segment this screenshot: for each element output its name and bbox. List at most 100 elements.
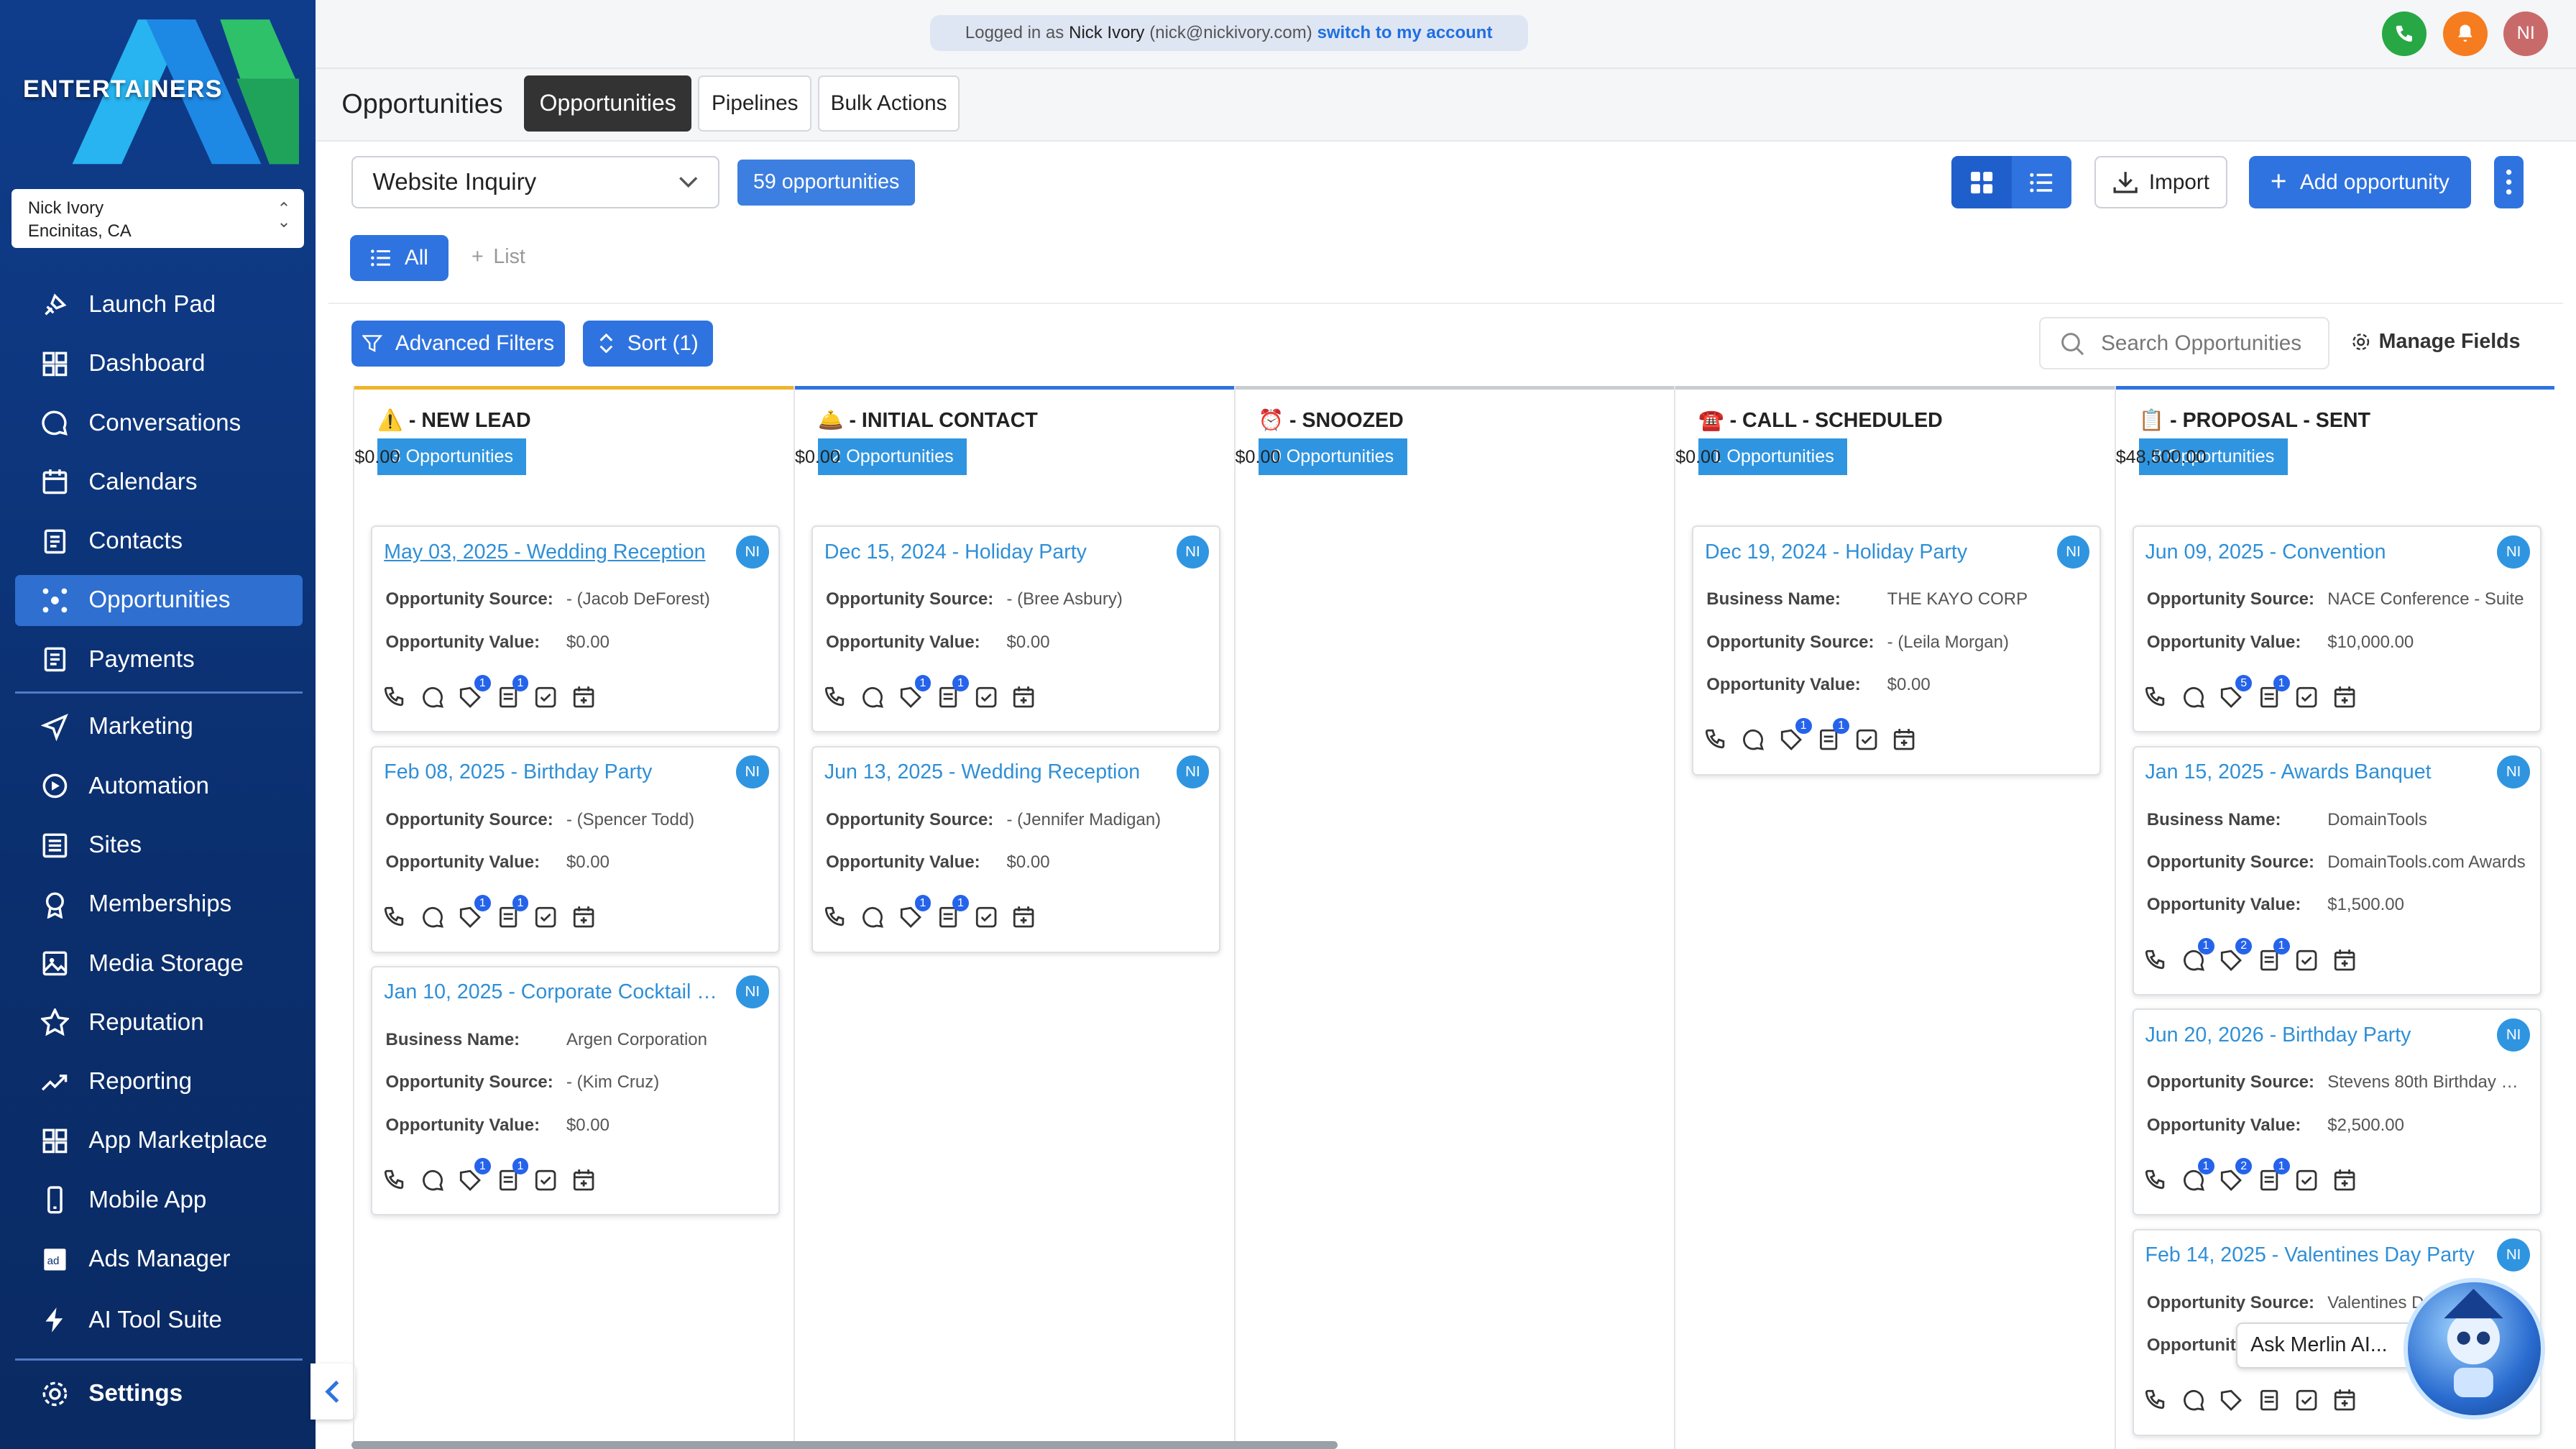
phone-call-button[interactable] <box>2382 11 2426 56</box>
assignee-avatar[interactable]: NI <box>1176 535 1210 569</box>
import-button[interactable]: Import <box>2094 156 2228 209</box>
sidebar-item-reputation[interactable]: Reputation <box>15 997 303 1048</box>
phone-icon[interactable] <box>382 685 407 709</box>
note-icon[interactable]: 1 <box>2257 675 2290 709</box>
sms-icon[interactable] <box>420 685 445 709</box>
list-view-button[interactable] <box>2012 156 2071 208</box>
sms-icon[interactable]: 1 <box>2181 937 2214 972</box>
task-icon[interactable] <box>2294 1168 2319 1192</box>
opportunity-card[interactable]: Jan 15, 2025 - Awards Banquet NI Business… <box>2132 745 2542 996</box>
opportunity-card[interactable]: Jun 20, 2026 - Birthday Party NI Opportun… <box>2132 1008 2542 1216</box>
opportunity-title-link[interactable]: Dec 15, 2024 - Holiday Party <box>824 540 1162 564</box>
sidebar-item-launch-pad[interactable]: Launch Pad <box>15 280 303 331</box>
assignee-avatar[interactable]: NI <box>2497 535 2530 569</box>
phone-icon[interactable] <box>2143 1168 2168 1192</box>
appointment-icon[interactable] <box>571 685 596 709</box>
assignee-avatar[interactable]: NI <box>2056 535 2090 569</box>
task-icon[interactable] <box>974 685 998 709</box>
note-icon[interactable]: 1 <box>496 895 529 929</box>
sidebar-item-dashboard[interactable]: Dashboard <box>15 339 303 390</box>
tag-icon[interactable]: 5 <box>2219 675 2253 709</box>
opportunity-title-link[interactable]: Feb 14, 2025 - Valentines Day Party <box>2145 1243 2483 1267</box>
tag-icon[interactable]: 1 <box>458 1158 491 1192</box>
advanced-filters-button[interactable]: Advanced Filters <box>351 320 566 367</box>
task-icon[interactable] <box>1854 727 1879 752</box>
opportunity-title-link[interactable]: Jun 13, 2025 - Wedding Reception <box>824 760 1162 784</box>
task-icon[interactable] <box>2294 685 2319 709</box>
task-icon[interactable] <box>974 905 998 929</box>
more-options-button[interactable] <box>2493 156 2524 209</box>
sms-icon[interactable] <box>1741 727 1765 752</box>
task-icon[interactable] <box>533 685 558 709</box>
opportunity-card[interactable]: Jan 10, 2025 - Corporate Cocktail Party … <box>371 965 781 1216</box>
sidebar-item-sites[interactable]: Sites <box>15 820 303 871</box>
note-icon[interactable]: 1 <box>936 675 969 709</box>
sidebar-item-mobile-app[interactable]: Mobile App <box>15 1174 303 1225</box>
account-switcher[interactable]: Nick Ivory Encinitas, CA ⌃ ⌄ <box>11 188 304 249</box>
task-icon[interactable] <box>2294 1388 2319 1412</box>
phone-icon[interactable] <box>1703 727 1728 752</box>
note-icon[interactable]: 1 <box>496 1158 529 1192</box>
opportunity-card[interactable]: Dec 19, 2024 - Holiday Party NI Business … <box>1691 525 2102 776</box>
add-opportunity-button[interactable]: + Add opportunity <box>2249 156 2471 209</box>
search-input[interactable]: Search Opportunities <box>2038 317 2330 370</box>
sms-icon[interactable] <box>860 905 885 929</box>
tag-icon[interactable]: 2 <box>2219 1158 2253 1192</box>
all-view-button[interactable]: All <box>349 234 448 281</box>
sidebar-item-ads-manager[interactable]: ad Ads Manager <box>15 1234 303 1285</box>
phone-icon[interactable] <box>2143 685 2168 709</box>
appointment-icon[interactable] <box>1892 727 1916 752</box>
pipeline-select[interactable]: Website Inquiry <box>351 156 720 209</box>
phone-icon[interactable] <box>823 685 847 709</box>
opportunity-card[interactable]: Jun 13, 2025 - Wedding Reception NI Oppor… <box>811 745 1220 953</box>
sms-icon[interactable] <box>420 905 445 929</box>
tag-icon[interactable] <box>2219 1388 2243 1412</box>
sidebar-item-conversations[interactable]: Conversations <box>15 397 303 448</box>
task-icon[interactable] <box>2294 948 2319 972</box>
note-icon[interactable]: 1 <box>936 895 969 929</box>
tab-pipelines[interactable]: Pipelines <box>698 75 812 132</box>
opportunity-title-link[interactable]: May 03, 2025 - Wedding Reception <box>384 540 721 564</box>
sidebar-item-memberships[interactable]: Memberships <box>15 879 303 930</box>
tag-icon[interactable]: 1 <box>458 895 491 929</box>
opportunity-title-link[interactable]: Jan 15, 2025 - Awards Banquet <box>2145 760 2483 784</box>
sidebar-item-calendars[interactable]: Calendars <box>15 456 303 507</box>
tag-icon[interactable]: 1 <box>898 895 932 929</box>
notifications-button[interactable] <box>2442 11 2488 56</box>
phone-icon[interactable] <box>2143 1388 2168 1412</box>
assignee-avatar[interactable]: NI <box>2497 755 2530 788</box>
sidebar-item-marketing[interactable]: Marketing <box>15 702 303 753</box>
appointment-icon[interactable] <box>571 905 596 929</box>
sms-icon[interactable]: 1 <box>2181 1158 2214 1192</box>
add-list-button[interactable]: + List <box>472 245 525 269</box>
opportunity-card[interactable]: Dec 15, 2024 - Holiday Party NI Opportuni… <box>811 525 1220 733</box>
tag-icon[interactable]: 1 <box>458 675 491 709</box>
note-icon[interactable] <box>2257 1388 2281 1412</box>
sms-icon[interactable] <box>420 1168 445 1192</box>
assignee-avatar[interactable]: NI <box>735 535 769 569</box>
task-icon[interactable] <box>533 1168 558 1192</box>
tab-opportunities[interactable]: Opportunities <box>524 75 692 132</box>
opportunity-card[interactable]: Feb 08, 2025 - Birthday Party NI Opportun… <box>371 745 781 953</box>
sort-button[interactable]: Sort (1) <box>583 320 713 367</box>
note-icon[interactable]: 1 <box>1816 717 1850 752</box>
entertainers-logo[interactable]: ENTERTAINERS <box>23 13 299 170</box>
note-icon[interactable]: 1 <box>2257 937 2290 972</box>
tag-icon[interactable]: 2 <box>2219 937 2253 972</box>
sidebar-item-settings[interactable]: Settings <box>15 1368 303 1420</box>
sms-icon[interactable] <box>860 685 885 709</box>
appointment-icon[interactable] <box>571 1168 596 1192</box>
assignee-avatar[interactable]: NI <box>2497 1238 2530 1271</box>
sidebar-item-app-marketplace[interactable]: App Marketplace <box>15 1116 303 1167</box>
sidebar-item-opportunities[interactable]: Opportunities <box>14 574 303 626</box>
opportunity-title-link[interactable]: Dec 19, 2024 - Holiday Party <box>1705 540 2042 564</box>
sidebar-item-ai-tool-suite[interactable]: AI Tool Suite <box>15 1294 303 1346</box>
user-avatar[interactable]: NI <box>2503 11 2549 56</box>
assignee-avatar[interactable]: NI <box>2497 1018 2530 1052</box>
opportunity-title-link[interactable]: Jan 10, 2025 - Corporate Cocktail Party <box>384 980 721 1004</box>
note-icon[interactable]: 1 <box>2257 1158 2290 1192</box>
switch-account-link[interactable]: switch to my account <box>1317 23 1493 43</box>
tab-bulk-actions[interactable]: Bulk Actions <box>818 75 960 132</box>
manage-fields-button[interactable]: Manage Fields <box>2351 330 2521 354</box>
opportunity-title-link[interactable]: Jun 20, 2026 - Birthday Party <box>2145 1024 2483 1047</box>
